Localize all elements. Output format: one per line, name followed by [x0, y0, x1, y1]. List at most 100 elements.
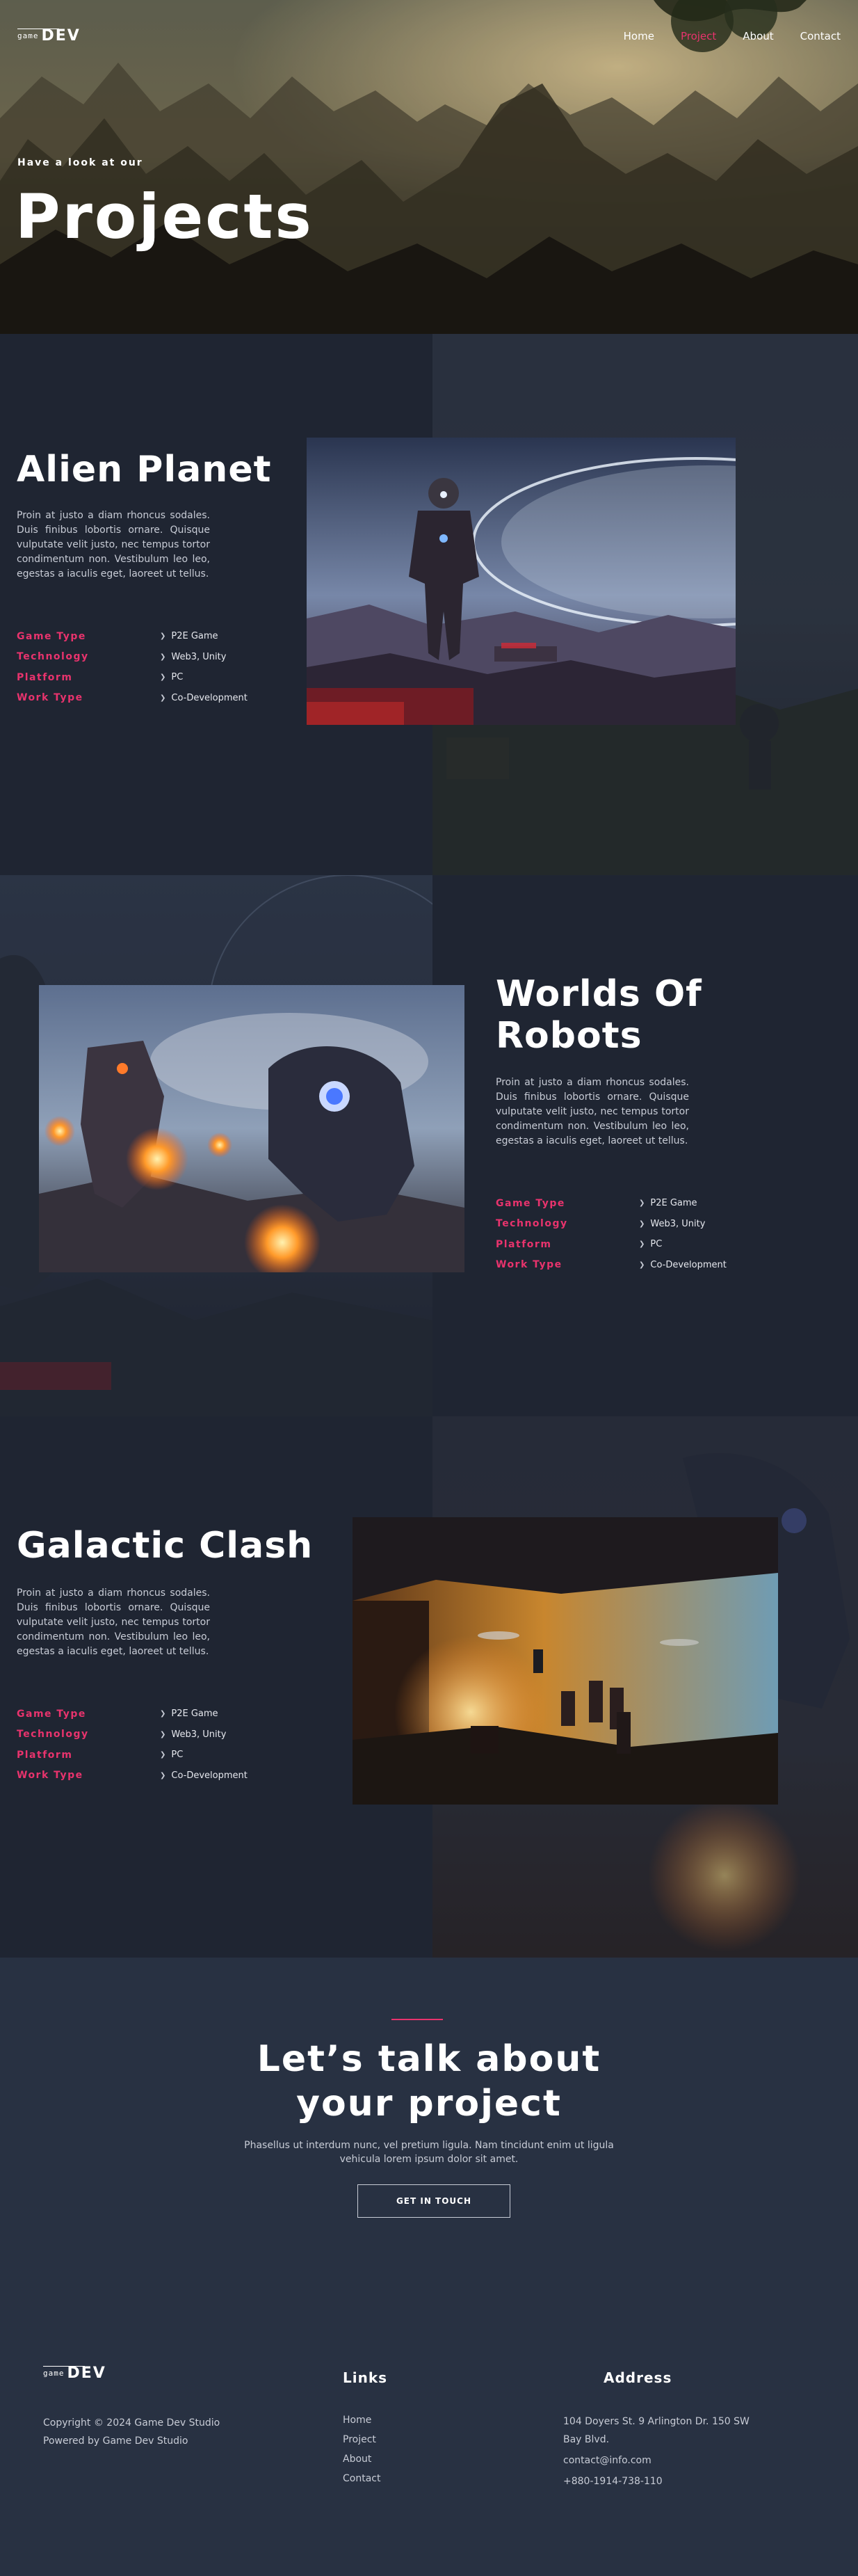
- project-specs: Game Type ❯ P2E Game Technology ❯ Web3, Un…: [496, 1193, 760, 1275]
- project-title: Galactic Clash: [17, 1525, 314, 1567]
- chevron-right-icon: ❯: [160, 1730, 166, 1738]
- site-logo[interactable]: game DEV: [17, 25, 81, 45]
- spec-value: P2E Game: [171, 1709, 218, 1720]
- project-image-worlds-of-robots: [39, 985, 464, 1272]
- project-specs: Game Type ❯ P2E Game Technology ❯ Web3, Un…: [17, 1704, 281, 1786]
- footer-links-title: Links: [343, 2369, 388, 2386]
- nav-link-home[interactable]: Home: [624, 30, 654, 42]
- chevron-right-icon: ❯: [160, 673, 166, 682]
- cta-title-line2: your project: [296, 2083, 562, 2125]
- page: game DEV Home Project About Contact Have…: [0, 0, 858, 2576]
- hero-section: game DEV Home Project About Contact Have…: [0, 0, 858, 334]
- footer-copyright: Copyright © 2024 Game Dev Studio Powered…: [43, 2414, 220, 2450]
- chevron-right-icon: ❯: [160, 1710, 166, 1718]
- spec-row-game-type: Game Type ❯ P2E Game: [17, 626, 281, 647]
- spec-value: Web3, Unity: [171, 1729, 227, 1740]
- footer-link-about[interactable]: About: [343, 2451, 380, 2467]
- project-worlds-of-robots: Worlds Of Robots Proin at justo a diam r…: [0, 875, 858, 1416]
- footer-link-project[interactable]: Project: [343, 2432, 380, 2447]
- address-line2: Bay Blvd.: [563, 2434, 610, 2445]
- spec-row-platform: Platform ❯ PC: [17, 1745, 281, 1766]
- logo-big-text: DEV: [67, 2365, 106, 2382]
- spec-row-work-type: Work Type ❯ Co-Development: [17, 1766, 281, 1786]
- address-line1: 104 Doyers St. 9 Arlington Dr. 150 SW: [563, 2416, 750, 2427]
- spec-value: PC: [650, 1239, 663, 1250]
- phone-number: +880-1914-738-110: [563, 2476, 663, 2487]
- spec-value: Web3, Unity: [650, 1218, 706, 1229]
- spec-row-technology: Technology ❯ Web3, Unity: [496, 1214, 760, 1235]
- spec-row-technology: Technology ❯ Web3, Unity: [17, 647, 281, 668]
- spec-label: Game Type: [17, 1708, 86, 1720]
- spec-label: Work Type: [17, 692, 83, 704]
- spec-value: P2E Game: [650, 1198, 697, 1209]
- chevron-right-icon: ❯: [639, 1240, 645, 1249]
- get-in-touch-button[interactable]: GET IN TOUCH: [357, 2184, 510, 2218]
- chevron-right-icon: ❯: [160, 1751, 166, 1759]
- spec-label: Technology: [17, 651, 89, 663]
- footer-address-title: Address: [604, 2369, 672, 2386]
- logo-small-text: game: [43, 2366, 85, 2382]
- footer-address: 104 Doyers St. 9 Arlington Dr. 150 SW Ba…: [563, 2413, 772, 2490]
- spec-value: P2E Game: [171, 631, 218, 642]
- hero-subtitle: Have a look at our: [17, 157, 143, 168]
- chevron-right-icon: ❯: [160, 1771, 166, 1779]
- project-title-line2: Robots: [496, 1014, 642, 1057]
- project-title: Alien Planet: [17, 449, 272, 490]
- chevron-right-icon: ❯: [639, 1199, 645, 1208]
- copyright-text: Copyright © 2024 Game Dev Studio: [43, 2417, 220, 2429]
- logo-small-text: game: [17, 29, 59, 45]
- footer-logo[interactable]: game DEV: [43, 2362, 106, 2382]
- nav-links: Home Project About Contact: [624, 30, 841, 42]
- nav-link-project[interactable]: Project: [681, 30, 716, 42]
- spec-value: Co-Development: [171, 692, 248, 703]
- spec-label: Work Type: [496, 1259, 562, 1271]
- cta-text: Phasellus ut interdum nunc, vel pretium …: [244, 2140, 614, 2165]
- project-alien-planet: Alien Planet Proin at justo a diam rhonc…: [0, 334, 858, 875]
- project-galactic-clash: Galactic Clash Proin at justo a diam rho…: [0, 1416, 858, 1958]
- spec-label: Technology: [496, 1218, 568, 1230]
- powered-by-text: Powered by Game Dev Studio: [43, 2435, 188, 2447]
- project-specs: Game Type ❯ P2E Game Technology ❯ Web3, Un…: [17, 626, 281, 708]
- footer-link-contact[interactable]: Contact: [343, 2471, 380, 2486]
- cta-title-line1: Let’s talk about: [257, 2038, 601, 2080]
- project-image-alien-planet: [307, 438, 736, 725]
- nav-link-about[interactable]: About: [743, 30, 773, 42]
- spec-row-platform: Platform ❯ PC: [496, 1234, 760, 1255]
- chevron-right-icon: ❯: [639, 1219, 645, 1228]
- spec-value: Co-Development: [650, 1259, 727, 1270]
- contact-cta-section: Let’s talk about your project Phasellus …: [0, 1958, 858, 2291]
- site-footer: game DEV Copyright © 2024 Game Dev Studi…: [0, 2291, 858, 2576]
- accent-divider: [391, 2019, 443, 2020]
- spec-row-work-type: Work Type ❯ Co-Development: [496, 1255, 760, 1276]
- spec-row-platform: Platform ❯ PC: [17, 667, 281, 688]
- spec-value: PC: [171, 1750, 184, 1761]
- email-link[interactable]: contact@info.com: [563, 2451, 772, 2470]
- nav-link-contact[interactable]: Contact: [800, 30, 841, 42]
- page-title: Projects: [15, 181, 314, 253]
- spec-label: Game Type: [17, 630, 86, 642]
- chevron-right-icon: ❯: [160, 694, 166, 702]
- spec-label: Platform: [496, 1238, 552, 1250]
- spec-row-game-type: Game Type ❯ P2E Game: [496, 1193, 760, 1214]
- chevron-right-icon: ❯: [160, 632, 166, 641]
- spec-value: PC: [171, 672, 184, 683]
- chevron-right-icon: ❯: [160, 653, 166, 661]
- footer-links: Home Project About Contact: [343, 2413, 380, 2486]
- project-image-galactic-clash: [353, 1517, 778, 1805]
- project-description: Proin at justo a diam rhoncus sodales. D…: [17, 1587, 210, 1657]
- spec-label: Platform: [17, 1749, 73, 1761]
- project-description: Proin at justo a diam rhoncus sodales. D…: [496, 1077, 689, 1146]
- spec-value: Co-Development: [171, 1770, 248, 1781]
- chevron-right-icon: ❯: [639, 1261, 645, 1269]
- project-title-line1: Worlds Of: [496, 973, 702, 1015]
- spec-label: Platform: [17, 671, 73, 683]
- spec-value: Web3, Unity: [171, 651, 227, 662]
- footer-link-home[interactable]: Home: [343, 2413, 380, 2428]
- spec-row-technology: Technology ❯ Web3, Unity: [17, 1725, 281, 1745]
- project-description: Proin at justo a diam rhoncus sodales. D…: [17, 510, 210, 579]
- project-title: Worlds Of Robots: [496, 973, 702, 1057]
- spec-label: Technology: [17, 1729, 89, 1741]
- spec-row-game-type: Game Type ❯ P2E Game: [17, 1704, 281, 1725]
- spec-label: Work Type: [17, 1770, 83, 1782]
- spec-label: Game Type: [496, 1197, 565, 1209]
